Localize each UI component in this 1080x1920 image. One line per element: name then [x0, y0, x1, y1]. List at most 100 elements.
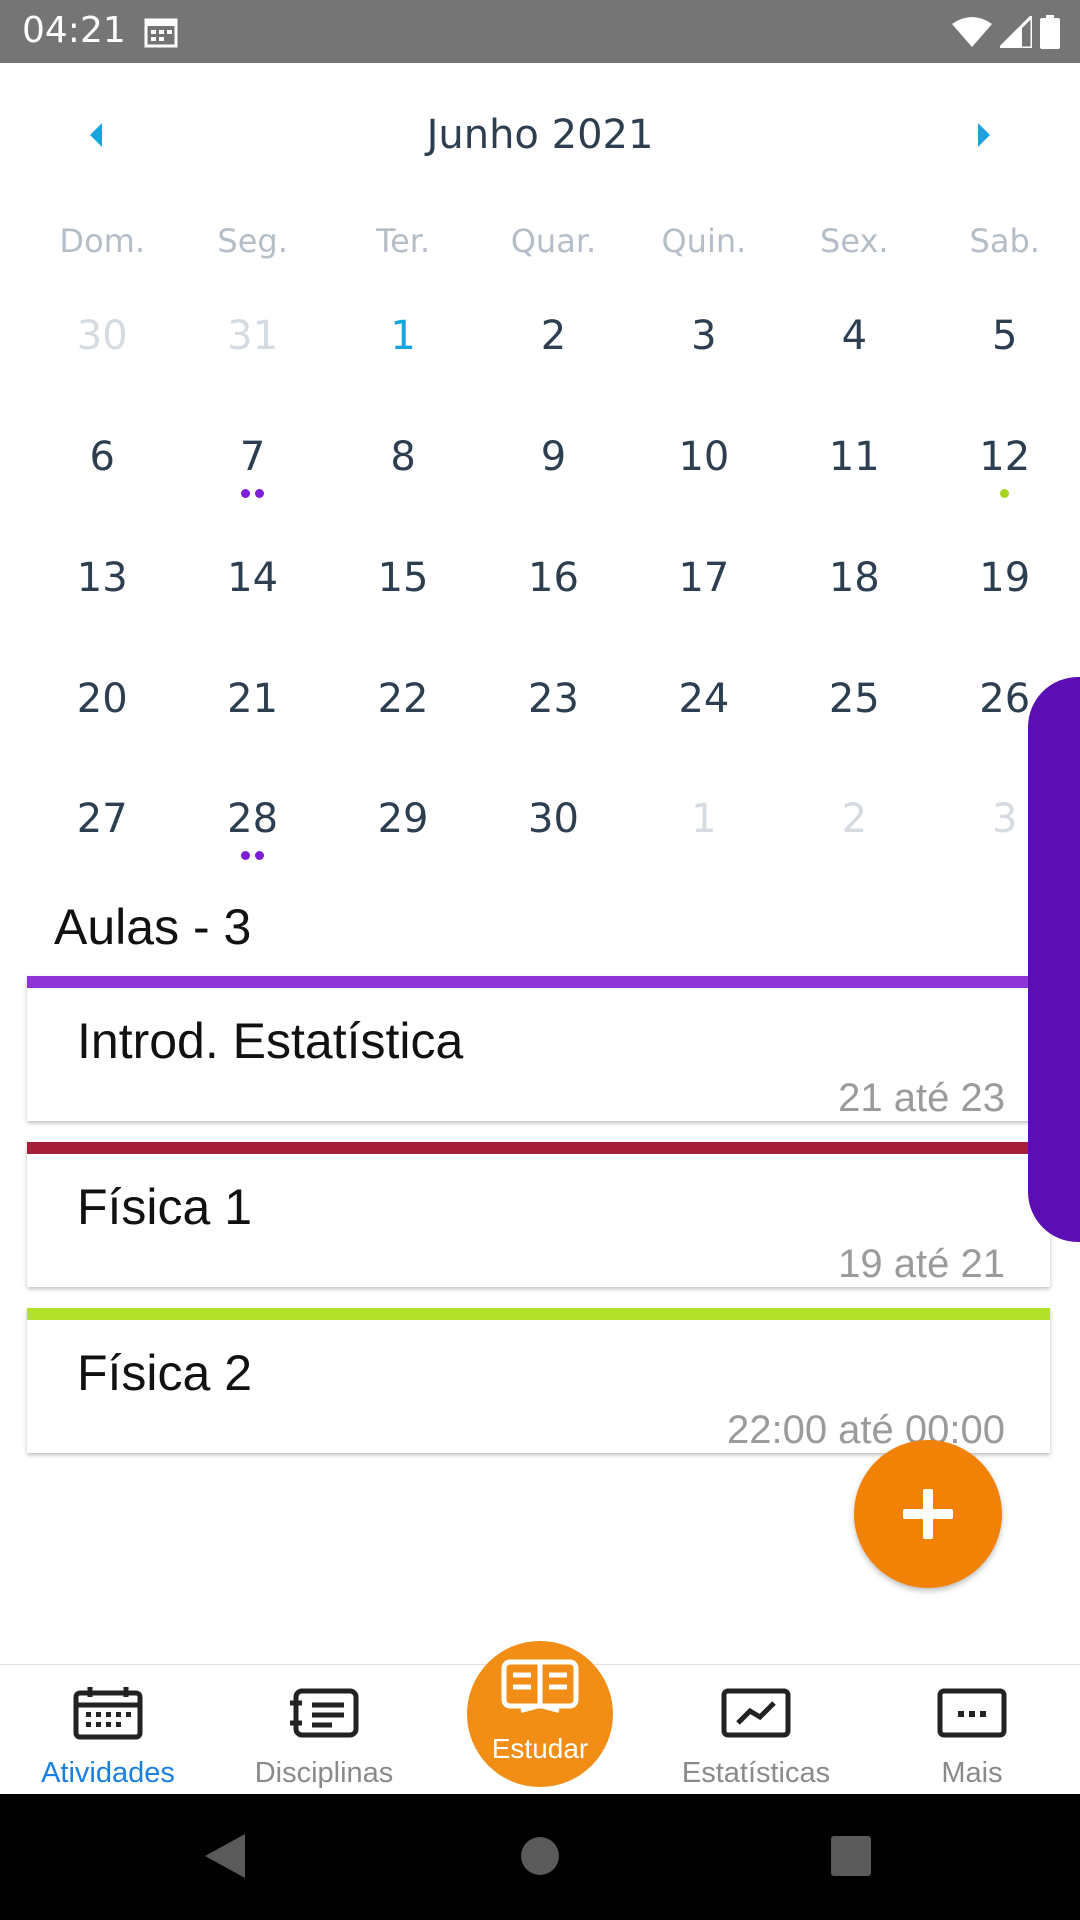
class-time: 22:00 até 00:00 [726, 1408, 1005, 1452]
calendar-day[interactable]: 30 [478, 789, 628, 879]
calendar-day[interactable]: 30 [27, 306, 177, 396]
calendar-day[interactable]: 21 [177, 669, 327, 759]
add-button[interactable] [854, 1440, 1002, 1588]
calendar-day[interactable]: 10 [629, 427, 779, 517]
calendar-day[interactable]: 2 [779, 789, 929, 879]
home-icon[interactable] [520, 1834, 560, 1878]
calendar-day-number: 3 [691, 313, 717, 359]
side-drawer-handle[interactable] [1028, 677, 1080, 1242]
calendar-day-number: 1 [390, 313, 416, 359]
calendar-day-number: 21 [227, 676, 279, 722]
calendar-day[interactable]: 2 [478, 306, 628, 396]
calendar-day-number: 27 [76, 796, 128, 842]
calendar-day-number: 31 [227, 313, 279, 359]
calendar-day[interactable]: 1 [328, 306, 478, 396]
weekday-label: Dom. [59, 222, 145, 260]
weekday-label: Seg. [217, 222, 288, 260]
calendar-day[interactable]: 14 [177, 548, 327, 638]
calendar-day[interactable]: 23 [478, 669, 628, 759]
calendar-week-row: 6 7 8 9 10 11 12 [27, 427, 1080, 517]
calendar-day[interactable]: 29 [328, 789, 478, 879]
signal-icon [1000, 16, 1032, 48]
event-dot [241, 851, 251, 860]
calendar-day[interactable]: 31 [177, 306, 327, 396]
class-color-bar [27, 1142, 1050, 1154]
battery-icon [1040, 15, 1060, 49]
calendar-icon [73, 1687, 143, 1740]
section-title: Aulas - 3 [54, 899, 252, 955]
calendar-day[interactable]: 4 [779, 306, 929, 396]
calendar-day[interactable]: 20 [27, 669, 177, 759]
calendar-day[interactable]: 22 [328, 669, 478, 759]
calendar-day[interactable]: 17 [629, 548, 779, 638]
calendar-day-number: 18 [828, 555, 880, 601]
calendar-day-number: 23 [528, 676, 579, 722]
nav-label-atividades: Atividades [41, 1757, 175, 1789]
nav-disciplinas[interactable]: Disciplinas [216, 1665, 432, 1795]
calendar-day-number: 2 [841, 796, 868, 842]
class-card[interactable]: Física 2 22:00 até 00:00 [27, 1308, 1050, 1453]
month-title: Junho 2021 [426, 112, 654, 158]
calendar-day-number: 4 [841, 313, 868, 359]
calendar-day[interactable]: 1 [629, 789, 779, 879]
study-button[interactable]: Estudar [467, 1641, 613, 1787]
calendar-week-row: 27 28 29 30 1 2 3 [27, 789, 1080, 879]
weekday-label: Ter. [375, 222, 431, 260]
calendar-day[interactable]: 11 [779, 427, 929, 517]
class-title: Introd. Estatística [77, 1013, 464, 1069]
nav-label-estatisticas: Estatísticas [681, 1757, 831, 1789]
calendar-day[interactable]: 8 [328, 427, 478, 517]
event-indicator [177, 489, 327, 498]
class-color-bar [27, 976, 1050, 988]
calendar-day-number: 20 [76, 676, 128, 722]
class-color-bar [27, 1308, 1050, 1320]
class-title: Física 1 [77, 1179, 253, 1235]
nav-mais[interactable]: Mais [864, 1665, 1080, 1795]
calendar-notification-icon [144, 18, 178, 48]
calendar-day-number: 30 [76, 313, 128, 359]
book-icon [501, 1659, 579, 1713]
calendar-day[interactable]: 12 [930, 427, 1080, 517]
calendar-day[interactable]: 16 [478, 548, 628, 638]
calendar-week-row: 30 31 1 2 3 4 5 [27, 306, 1080, 396]
calendar-day-number: 28 [227, 796, 279, 842]
calendar-day[interactable]: 5 [930, 306, 1080, 396]
calendar-day[interactable]: 19 [930, 548, 1080, 638]
nav-atividades[interactable]: Atividades [0, 1665, 216, 1795]
class-time: 19 até 21 [838, 1242, 1005, 1286]
calendar-day[interactable]: 9 [478, 427, 628, 517]
calendar-day[interactable]: 18 [779, 548, 929, 638]
event-indicator [177, 851, 327, 860]
calendar-day-number: 10 [678, 434, 730, 480]
calendar-day-number: 30 [528, 796, 579, 842]
calendar-day[interactable]: 3 [629, 306, 779, 396]
recents-icon[interactable] [831, 1834, 871, 1878]
event-dot [1000, 489, 1010, 498]
system-navigation-bar [0, 1794, 1080, 1920]
calendar-day[interactable]: 28 [177, 789, 327, 879]
calendar-day-number: 12 [979, 434, 1031, 480]
calendar-day-number: 22 [377, 676, 429, 722]
next-month-icon[interactable] [970, 123, 994, 147]
nav-estatisticas[interactable]: Estatísticas [648, 1665, 864, 1795]
calendar-day[interactable]: 13 [27, 548, 177, 638]
status-bar: 04:21 [0, 0, 1080, 63]
class-card[interactable]: Introd. Estatística 21 até 23 [27, 976, 1050, 1121]
calendar-day[interactable]: 25 [779, 669, 929, 759]
event-dot [255, 851, 265, 860]
calendar-day[interactable]: 15 [328, 548, 478, 638]
calendar-day[interactable]: 7 [177, 427, 327, 517]
calendar-day[interactable]: 27 [27, 789, 177, 879]
event-dot [255, 489, 265, 498]
calendar-day[interactable]: 6 [27, 427, 177, 517]
chart-icon [721, 1688, 791, 1738]
plus-icon [903, 1489, 953, 1539]
calendar-day-number: 2 [540, 313, 567, 359]
calendar-day[interactable]: 24 [629, 669, 779, 759]
status-icons [952, 12, 1060, 52]
calendar-day-number: 6 [89, 434, 115, 480]
back-icon[interactable] [205, 1834, 245, 1878]
calendar-day-number: 16 [528, 555, 579, 601]
calendar-day-number: 15 [377, 555, 429, 601]
class-card[interactable]: Física 1 19 até 21 [27, 1142, 1050, 1287]
